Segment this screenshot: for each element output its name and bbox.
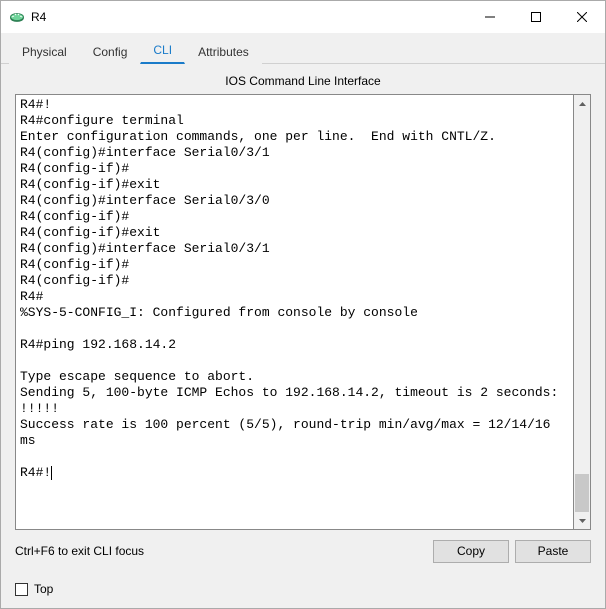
tab-attributes[interactable]: Attributes [185, 39, 262, 64]
scroll-track[interactable] [574, 112, 590, 512]
cli-header: IOS Command Line Interface [15, 74, 591, 88]
paste-button[interactable]: Paste [515, 540, 591, 563]
top-checkbox[interactable] [15, 583, 28, 596]
copy-button[interactable]: Copy [433, 540, 509, 563]
scroll-up-arrow[interactable] [574, 95, 590, 112]
tab-cli[interactable]: CLI [140, 37, 185, 64]
text-cursor [51, 466, 52, 480]
cli-footer-row: Ctrl+F6 to exit CLI focus Copy Paste [15, 538, 591, 564]
close-button[interactable] [559, 1, 605, 33]
tab-bar: Physical Config CLI Attributes [1, 33, 605, 63]
bottom-bar: Top [1, 572, 605, 608]
scroll-down-arrow[interactable] [574, 512, 590, 529]
cli-helper-text: Ctrl+F6 to exit CLI focus [15, 544, 427, 558]
content-area: Physical Config CLI Attributes IOS Comma… [1, 33, 605, 608]
tab-panel-cli: IOS Command Line Interface R4#! R4#confi… [1, 63, 605, 572]
router-icon [9, 9, 25, 25]
minimize-button[interactable] [467, 1, 513, 33]
app-window: R4 Physical Config CLI Attributes IOS Co… [0, 0, 606, 609]
titlebar[interactable]: R4 [1, 1, 605, 33]
maximize-button[interactable] [513, 1, 559, 33]
top-checkbox-label: Top [34, 582, 53, 596]
tab-config[interactable]: Config [80, 39, 141, 64]
window-title: R4 [31, 10, 46, 24]
window-controls [467, 1, 605, 33]
cli-terminal[interactable]: R4#! R4#configure terminal Enter configu… [15, 94, 574, 530]
tab-physical[interactable]: Physical [9, 39, 80, 64]
scroll-thumb[interactable] [575, 474, 589, 512]
terminal-scrollbar[interactable] [574, 94, 591, 530]
terminal-container: R4#! R4#configure terminal Enter configu… [15, 94, 591, 530]
cli-output: R4#! R4#configure terminal Enter configu… [20, 97, 558, 480]
